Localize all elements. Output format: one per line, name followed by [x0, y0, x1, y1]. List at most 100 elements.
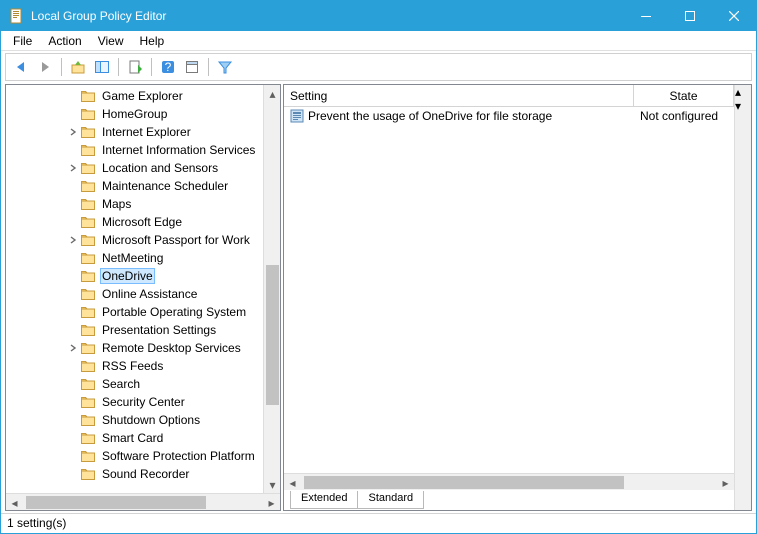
- expand-chevron-icon[interactable]: [66, 125, 80, 139]
- app-icon: [9, 8, 25, 24]
- tree-item[interactable]: Smart Card: [6, 429, 263, 447]
- view-tabs: ExtendedStandard: [284, 490, 734, 510]
- tree-item[interactable]: Security Center: [6, 393, 263, 411]
- tree-item-label: Internet Information Services: [100, 143, 257, 157]
- tree-item[interactable]: Microsoft Edge: [6, 213, 263, 231]
- scrollbar-thumb[interactable]: [26, 496, 206, 509]
- up-button[interactable]: [67, 56, 89, 78]
- export-list-button[interactable]: [124, 56, 146, 78]
- tree-item[interactable]: Shutdown Options: [6, 411, 263, 429]
- scroll-up-arrow[interactable]: ▴: [264, 85, 280, 102]
- tree-item-label: RSS Feeds: [100, 359, 165, 373]
- scroll-right-arrow[interactable]: ▸: [263, 494, 280, 511]
- tree-item-label: Maps: [100, 197, 133, 211]
- tree-item-label: Presentation Settings: [100, 323, 218, 337]
- expand-chevron-icon: [66, 143, 80, 157]
- expand-chevron-icon: [66, 251, 80, 265]
- policy-tree[interactable]: Game ExplorerHomeGroupInternet Explorer I…: [6, 85, 263, 485]
- folder-icon: [80, 448, 96, 464]
- expand-chevron-icon[interactable]: [66, 161, 80, 175]
- tree-item[interactable]: RSS Feeds: [6, 357, 263, 375]
- column-header-setting[interactable]: Setting: [284, 85, 634, 106]
- scroll-up-arrow[interactable]: ▴: [735, 85, 751, 99]
- toolbar-separator: [61, 58, 62, 76]
- folder-icon: [80, 232, 96, 248]
- show-hide-console-tree-button[interactable]: [91, 56, 113, 78]
- column-header-state[interactable]: State: [634, 85, 734, 106]
- folder-icon: [80, 178, 96, 194]
- maximize-button[interactable]: [668, 1, 712, 31]
- tree-item[interactable]: Online Assistance: [6, 285, 263, 303]
- scrollbar-thumb[interactable]: [266, 265, 279, 405]
- tree-item[interactable]: Internet Explorer: [6, 123, 263, 141]
- properties-button[interactable]: [181, 56, 203, 78]
- tree-item[interactable]: Portable Operating System: [6, 303, 263, 321]
- scroll-left-arrow[interactable]: ◂: [6, 494, 23, 511]
- tab-standard[interactable]: Standard: [357, 491, 424, 509]
- tree-item[interactable]: Microsoft Passport for Work: [6, 231, 263, 249]
- folder-icon: [80, 106, 96, 122]
- tree-item[interactable]: HomeGroup: [6, 105, 263, 123]
- close-button[interactable]: [712, 1, 756, 31]
- folder-icon: [80, 466, 96, 482]
- help-button[interactable]: ?: [157, 56, 179, 78]
- tree-item[interactable]: Sound Recorder: [6, 465, 263, 483]
- policy-setting-icon: [290, 109, 304, 123]
- tree-item[interactable]: Game Explorer: [6, 87, 263, 105]
- folder-icon: [80, 196, 96, 212]
- expand-chevron-icon[interactable]: [66, 341, 80, 355]
- menu-help[interactable]: Help: [132, 32, 173, 50]
- minimize-button[interactable]: [624, 1, 668, 31]
- tree-item-label: Maintenance Scheduler: [100, 179, 230, 193]
- folder-icon: [80, 142, 96, 158]
- tree-item-label: Location and Sensors: [100, 161, 220, 175]
- folder-icon: [80, 430, 96, 446]
- scroll-left-arrow[interactable]: ◂: [284, 474, 301, 491]
- menu-view[interactable]: View: [90, 32, 132, 50]
- folder-icon: [80, 322, 96, 338]
- folder-icon: [80, 376, 96, 392]
- folder-icon: [80, 358, 96, 374]
- menu-action[interactable]: Action: [40, 32, 89, 50]
- folder-icon: [80, 394, 96, 410]
- scroll-right-arrow[interactable]: ▸: [717, 474, 734, 491]
- tab-extended[interactable]: Extended: [290, 491, 358, 509]
- tree-horizontal-scrollbar[interactable]: ◂ ▸: [6, 493, 280, 510]
- tree-item[interactable]: Presentation Settings: [6, 321, 263, 339]
- forward-button[interactable]: [34, 56, 56, 78]
- tree-vertical-scrollbar[interactable]: ▴ ▾: [263, 85, 280, 493]
- tree-item[interactable]: Maintenance Scheduler: [6, 177, 263, 195]
- folder-icon: [80, 286, 96, 302]
- tree-item-label: Portable Operating System: [100, 305, 248, 319]
- expand-chevron-icon: [66, 197, 80, 211]
- tree-item[interactable]: OneDrive: [6, 267, 263, 285]
- tree-item-label: Microsoft Edge: [100, 215, 184, 229]
- tree-item-label: NetMeeting: [100, 251, 165, 265]
- tree-item[interactable]: Remote Desktop Services: [6, 339, 263, 357]
- list-horizontal-scrollbar[interactable]: ◂ ▸: [284, 473, 734, 490]
- tree-item[interactable]: Maps: [6, 195, 263, 213]
- setting-row[interactable]: Prevent the usage of OneDrive for file s…: [284, 107, 734, 125]
- expand-chevron-icon: [66, 431, 80, 445]
- tree-item[interactable]: NetMeeting: [6, 249, 263, 267]
- tree-item[interactable]: Software Protection Platform: [6, 447, 263, 465]
- status-text: 1 setting(s): [7, 516, 66, 530]
- scrollbar-thumb[interactable]: [304, 476, 624, 489]
- filter-button[interactable]: [214, 56, 236, 78]
- tree-item-label: Sound Recorder: [100, 467, 191, 481]
- tree-item[interactable]: Search: [6, 375, 263, 393]
- back-button[interactable]: [10, 56, 32, 78]
- tree-item-label: Security Center: [100, 395, 187, 409]
- expand-chevron-icon: [66, 395, 80, 409]
- expand-chevron-icon: [66, 449, 80, 463]
- scroll-down-arrow[interactable]: ▾: [735, 99, 751, 113]
- settings-list[interactable]: Prevent the usage of OneDrive for file s…: [284, 107, 734, 473]
- list-vertical-scrollbar[interactable]: ▴ ▾: [734, 85, 751, 510]
- tree-item[interactable]: Location and Sensors: [6, 159, 263, 177]
- expand-chevron-icon[interactable]: [66, 233, 80, 247]
- expand-chevron-icon: [66, 215, 80, 229]
- tree-item[interactable]: Internet Information Services: [6, 141, 263, 159]
- expand-chevron-icon: [66, 467, 80, 481]
- scroll-down-arrow[interactable]: ▾: [264, 476, 280, 493]
- menu-file[interactable]: File: [5, 32, 40, 50]
